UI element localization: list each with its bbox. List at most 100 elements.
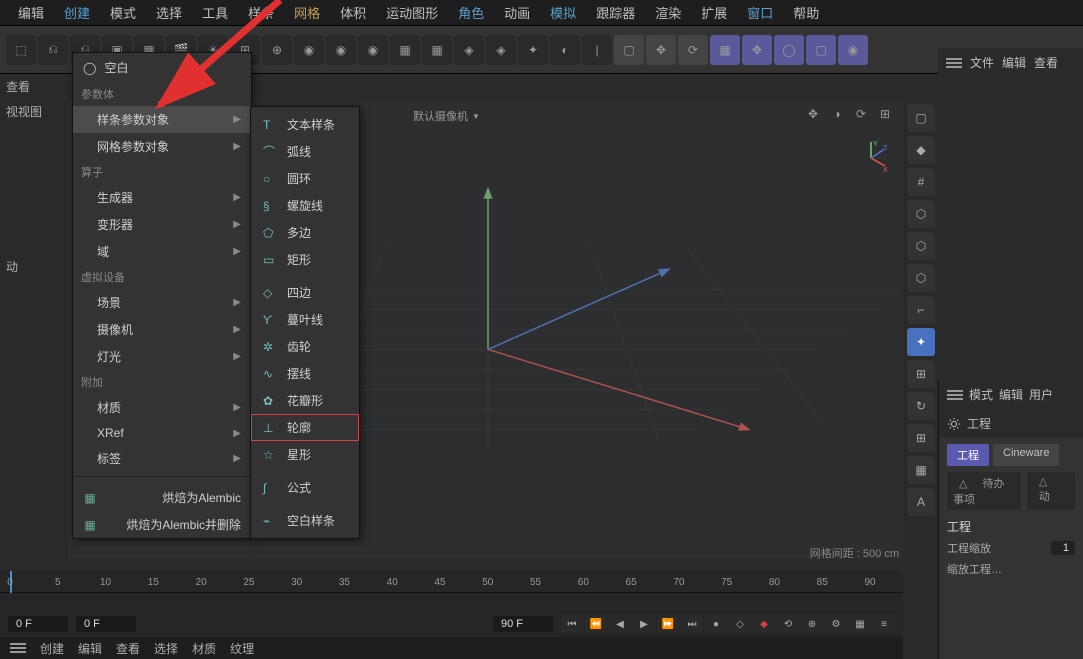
transport-btn-13[interactable]: ≡ (873, 615, 895, 633)
spline-submenu[interactable]: T文本样条⌒弧线○圆环§螺旋线⬠多边▭矩形◇四边Ƴ蔓叶线✲齿轮∿摆线✿花瓣形⊥轮… (250, 106, 360, 539)
menu-帮助[interactable]: 帮助 (783, 0, 829, 25)
spline-profile[interactable]: ⊥轮廓 (251, 414, 359, 441)
spline-cycloid[interactable]: ∿摆线 (251, 360, 359, 387)
maximize-icon[interactable]: ⊞ (875, 104, 895, 124)
rtool-8[interactable]: ⊞ (907, 360, 935, 388)
toolbar-btn-9[interactable]: ◉ (294, 35, 324, 65)
view-label[interactable]: 查看 (0, 74, 72, 99)
menu-item-light[interactable]: 灯光▶ (73, 343, 251, 370)
transport-btn-9[interactable]: ⟲ (777, 615, 799, 633)
hamburger-icon[interactable] (947, 390, 963, 400)
toolbar-btn-13[interactable]: ▦ (422, 35, 452, 65)
scale-value[interactable]: 1 (1051, 541, 1075, 555)
user-menu[interactable]: 用户 (1029, 386, 1053, 403)
transport-btn-10[interactable]: ⊕ (801, 615, 823, 633)
menu-体积[interactable]: 体积 (330, 0, 376, 25)
bottom-创建[interactable]: 创建 (40, 640, 64, 657)
current-frame[interactable]: 0 F (76, 616, 136, 632)
menu-item-generator[interactable]: 生成器▶ (73, 184, 251, 211)
spline-arc[interactable]: ⌒弧线 (251, 138, 359, 165)
rtool-1[interactable]: ◆ (907, 136, 935, 164)
spline-nside[interactable]: ⬠多边 (251, 219, 359, 246)
transport-btn-11[interactable]: ⚙ (825, 615, 847, 633)
rtool-4[interactable]: ⬡ (907, 232, 935, 260)
menu-工具[interactable]: 工具 (192, 0, 238, 25)
menu-编辑[interactable]: 编辑 (8, 0, 54, 25)
menu-扩展[interactable]: 扩展 (691, 0, 737, 25)
transport-btn-0[interactable]: ⏮ (561, 615, 583, 633)
edit-menu[interactable]: 编辑 (1002, 54, 1026, 71)
menu-渲染[interactable]: 渲染 (645, 0, 691, 25)
move-label[interactable]: 动 (0, 254, 72, 279)
spline-text_spline[interactable]: T文本样条 (251, 111, 359, 138)
menu-动画[interactable]: 动画 (494, 0, 540, 25)
toolbar-btn-21[interactable]: ⟳ (678, 35, 708, 65)
rtool-6[interactable]: ⌐ (907, 296, 935, 324)
toolbar-btn-24[interactable]: ◯ (774, 35, 804, 65)
spline-circle[interactable]: ○圆环 (251, 165, 359, 192)
viewport-camera-label[interactable]: 默认摄像机 ▼ (413, 108, 480, 124)
menu-跟踪器[interactable]: 跟踪器 (586, 0, 645, 25)
hamburger-icon[interactable] (10, 643, 26, 653)
view-menu[interactable]: 查看 (1034, 54, 1058, 71)
transport-btn-8[interactable]: ◆ (753, 615, 775, 633)
spline-cog[interactable]: ✲齿轮 (251, 333, 359, 360)
toolbar-btn-1[interactable]: ⎌ (38, 35, 68, 65)
menu-item-scene[interactable]: 场景▶ (73, 289, 251, 316)
toolbar-btn-15[interactable]: ◈ (486, 35, 516, 65)
bottom-选择[interactable]: 选择 (154, 640, 178, 657)
time-ruler[interactable]: 051015202530354045505560657075808590 (0, 571, 903, 593)
transport-btn-1[interactable]: ⏪ (585, 615, 607, 633)
toolbar-btn-11[interactable]: ◉ (358, 35, 388, 65)
menu-item-material[interactable]: 材质▶ (73, 394, 251, 421)
rtool-10[interactable]: ⊞ (907, 424, 935, 452)
spline-flower[interactable]: ✿花瓣形 (251, 387, 359, 414)
spline-helix[interactable]: §螺旋线 (251, 192, 359, 219)
rtool-0[interactable]: ▢ (907, 104, 935, 132)
start-frame[interactable]: 0 F (8, 616, 68, 632)
spline-quad[interactable]: ◇四边 (251, 279, 359, 306)
transport-btn-3[interactable]: ▶ (633, 615, 655, 633)
menu-角色[interactable]: 角色 (448, 0, 494, 25)
toolbar-btn-25[interactable]: ▢ (806, 35, 836, 65)
edit-menu[interactable]: 编辑 (999, 386, 1023, 403)
rotate-icon[interactable]: ⟳ (851, 104, 871, 124)
timeline[interactable]: 051015202530354045505560657075808590 (0, 571, 903, 611)
rtool-12[interactable]: A (907, 488, 935, 516)
menu-样条[interactable]: 样条 (238, 0, 284, 25)
menu-网格[interactable]: 网格 (284, 0, 330, 25)
menu-窗口[interactable]: 窗口 (737, 0, 783, 25)
rtool-2[interactable]: # (907, 168, 935, 196)
rtool-9[interactable]: ↻ (907, 392, 935, 420)
menu-item-field[interactable]: 域▶ (73, 238, 251, 265)
mode-menu[interactable]: 模式 (969, 386, 993, 403)
hamburger-icon[interactable] (946, 58, 962, 68)
toolbar-btn-20[interactable]: ✥ (646, 35, 676, 65)
menu-item-deformer[interactable]: 变形器▶ (73, 211, 251, 238)
rtool-5[interactable]: ⬡ (907, 264, 935, 292)
spline-rectangle[interactable]: ▭矩形 (251, 246, 359, 273)
pan-icon[interactable]: ✥ (803, 104, 823, 124)
bottom-编辑[interactable]: 编辑 (78, 640, 102, 657)
menu-item-camera[interactable]: 摄像机▶ (73, 316, 251, 343)
toolbar-btn-23[interactable]: ✥ (742, 35, 772, 65)
menu-item-mesh-param[interactable]: 网格参数对象▶ (73, 133, 251, 160)
axes-gizmo[interactable]: Y X Z (853, 140, 889, 176)
toolbar-btn-26[interactable]: ◉ (838, 35, 868, 65)
bottom-纹理[interactable]: 纹理 (230, 640, 254, 657)
file-menu[interactable]: 文件 (970, 54, 994, 71)
create-menu[interactable]: ◯ 空白 参数体 样条参数对象▶ 网格参数对象▶ 算子 生成器▶ 变形器▶ 域▶… (72, 52, 252, 539)
transport-btn-12[interactable]: ▦ (849, 615, 871, 633)
rtool-3[interactable]: ⬡ (907, 200, 935, 228)
toolbar-btn-8[interactable]: ⊕ (262, 35, 292, 65)
menu-选择[interactable]: 选择 (146, 0, 192, 25)
menu-item-tag[interactable]: 标签▶ (73, 445, 251, 472)
subtab-todo[interactable]: △ 待办事项 (947, 472, 1021, 510)
toolbar-btn-14[interactable]: ◈ (454, 35, 484, 65)
menu-创建[interactable]: 创建 (54, 0, 100, 25)
menu-item-bake-alembic-delete[interactable]: ▦烘焙为Alembic并删除 (73, 511, 251, 538)
rtool-11[interactable]: ▦ (907, 456, 935, 484)
rtool-7[interactable]: ✦ (907, 328, 935, 356)
spline-formula[interactable]: ∫公式 (251, 474, 359, 501)
menu-运动图形[interactable]: 运动图形 (376, 0, 448, 25)
